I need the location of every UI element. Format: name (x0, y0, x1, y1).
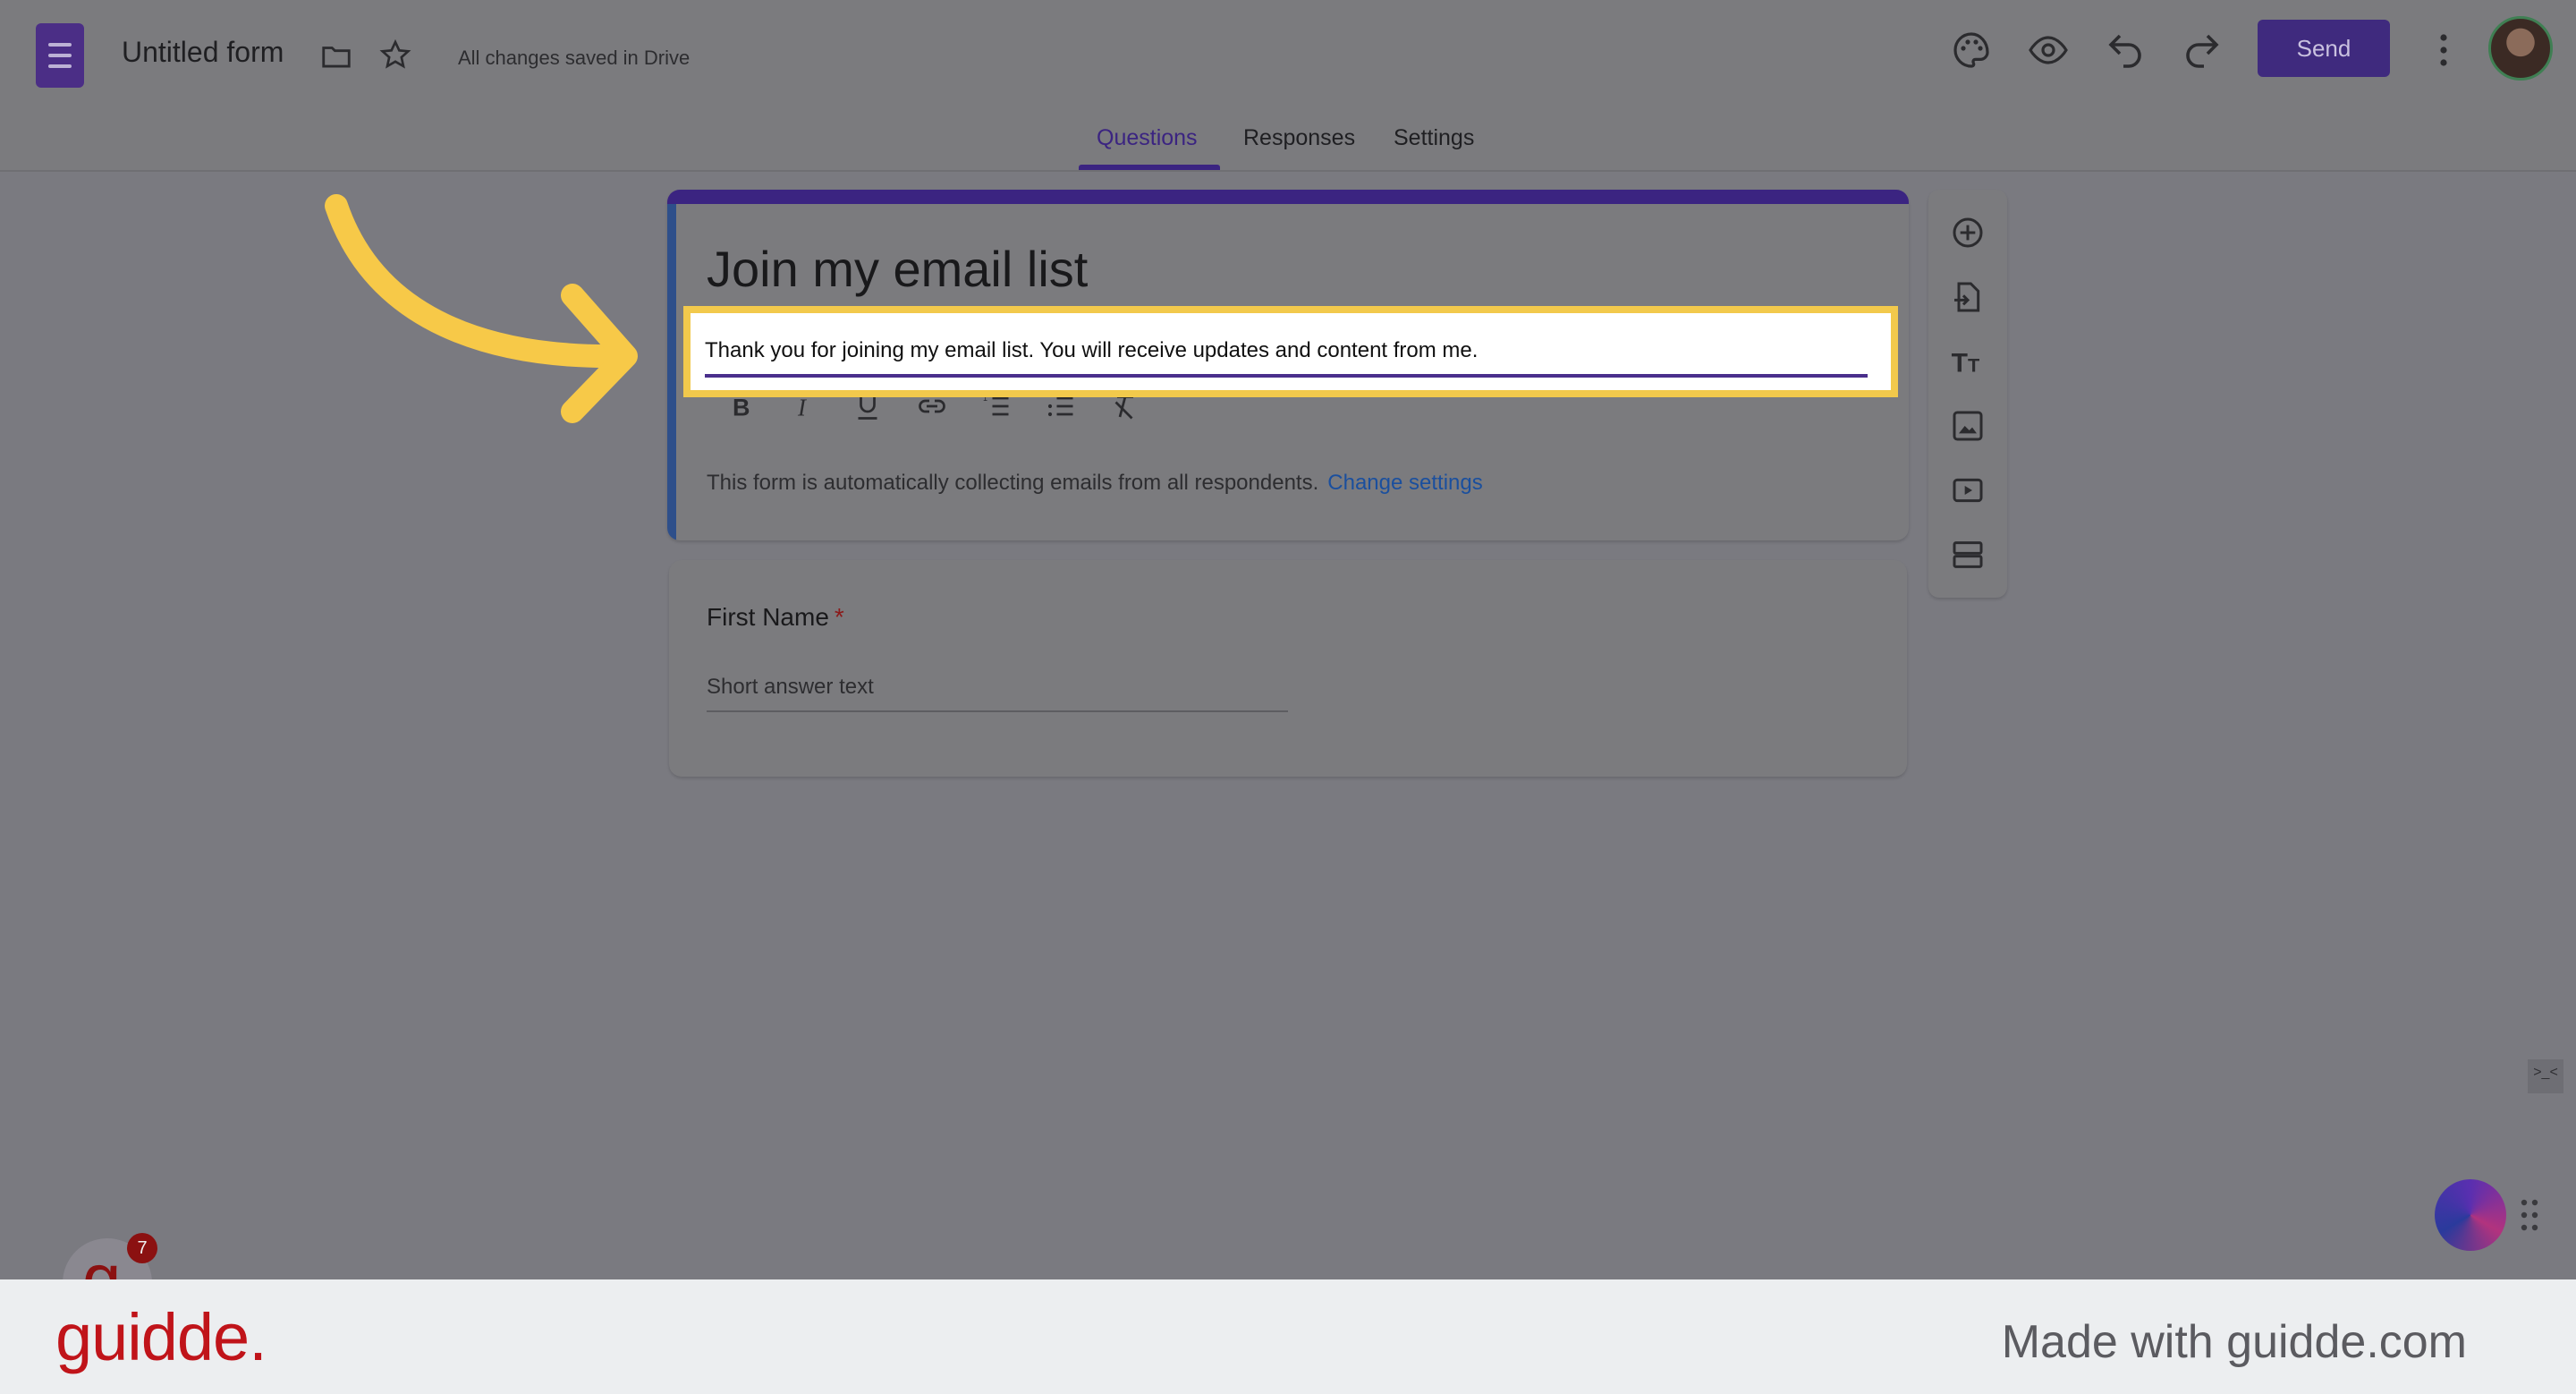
active-tab-indicator (1079, 165, 1220, 170)
undo-icon[interactable] (2104, 29, 2147, 72)
change-settings-link[interactable]: Change settings (1327, 471, 1482, 495)
palette-icon[interactable] (1950, 29, 1993, 72)
svg-text:B: B (733, 395, 750, 421)
notice-text: This form is automatically collecting em… (707, 471, 1319, 495)
svg-text:I: I (797, 395, 808, 421)
user-avatar[interactable] (2488, 16, 2553, 81)
notification-count-badge: 7 (127, 1233, 157, 1263)
import-questions-icon[interactable] (1950, 279, 1986, 315)
preview-eye-icon[interactable] (2027, 29, 2070, 72)
add-section-icon[interactable] (1950, 537, 1986, 573)
guidde-logo: guidde. (55, 1300, 267, 1374)
question-title-text: First Name (707, 603, 829, 631)
star-icon[interactable] (377, 38, 413, 73)
drag-grip-icon[interactable] (2521, 1199, 2538, 1231)
answer-underline (707, 710, 1288, 712)
tab-responses[interactable]: Responses (1243, 125, 1355, 151)
svg-text:T: T (1952, 349, 1968, 378)
question-title[interactable]: First Name * (707, 603, 844, 632)
send-button[interactable]: Send (2258, 20, 2390, 77)
made-with-text: Made with guidde.com (2001, 1316, 2467, 1368)
tab-questions[interactable]: Questions (1097, 125, 1198, 151)
description-focus-underline (705, 374, 1868, 378)
add-video-icon[interactable] (1950, 472, 1986, 508)
card-top-accent (667, 190, 1909, 204)
add-title-icon[interactable]: TT (1950, 344, 1986, 379)
tab-settings[interactable]: Settings (1394, 125, 1474, 151)
description-field-highlight[interactable]: Thank you for joining my email list. You… (683, 306, 1898, 397)
save-status: All changes saved in Drive (458, 47, 691, 69)
app-header: Untitled form All changes saved in Drive… (0, 0, 2576, 172)
required-asterisk: * (834, 603, 844, 631)
redo-icon[interactable] (2181, 29, 2224, 72)
form-title[interactable]: Join my email list (707, 240, 1088, 298)
annotation-arrow-icon (325, 194, 638, 423)
email-collection-notice: This form is automatically collecting em… (707, 471, 1483, 496)
form-description-input[interactable]: Thank you for joining my email list. You… (705, 338, 1478, 363)
folder-icon[interactable] (318, 39, 354, 73)
assistant-extension-icon[interactable] (2435, 1179, 2506, 1251)
add-question-icon[interactable] (1950, 215, 1986, 251)
question-card[interactable] (669, 560, 1907, 777)
collapse-panel-icon[interactable]: >_< (2528, 1059, 2563, 1093)
short-answer-placeholder: Short answer text (707, 675, 874, 699)
more-options-icon[interactable] (2422, 29, 2465, 72)
forms-app-icon[interactable] (36, 23, 84, 88)
footer-banner: guidde. Made with guidde.com (0, 1279, 2576, 1394)
card-focus-bar (667, 204, 676, 540)
document-title[interactable]: Untitled form (122, 36, 284, 69)
svg-text:T: T (1968, 354, 1979, 377)
add-image-icon[interactable] (1950, 408, 1986, 444)
